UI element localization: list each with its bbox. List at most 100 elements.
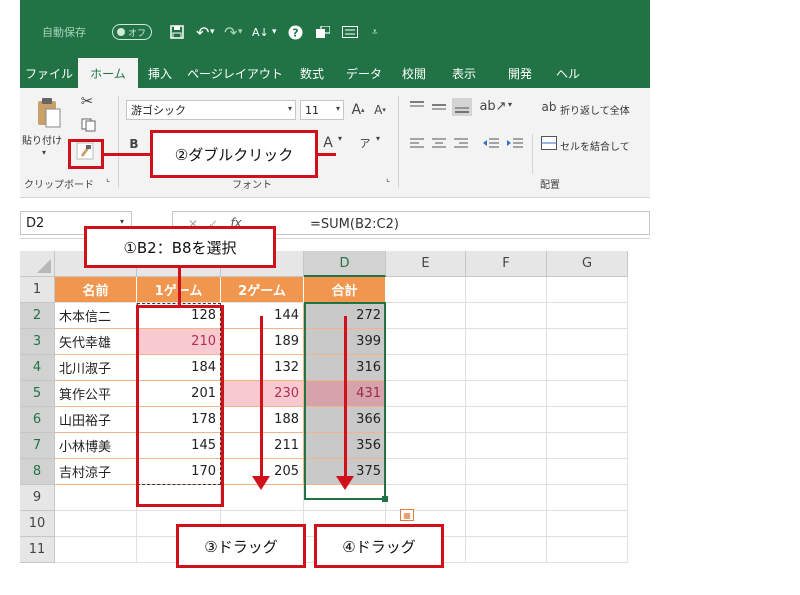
empty-cell[interactable] <box>547 381 628 407</box>
redo-dropdown-icon[interactable]: ▾ <box>238 22 243 42</box>
name-cell[interactable]: 山田裕子 <box>55 407 137 433</box>
font-name-combo[interactable]: 游ゴシック ▾ <box>126 100 296 120</box>
empty-cell[interactable] <box>547 537 628 563</box>
tab-insert[interactable]: 挿入 <box>138 58 182 88</box>
phonetic-icon[interactable]: ア <box>356 132 374 154</box>
undo-dropdown-icon[interactable]: ▾ <box>210 22 215 42</box>
row-header-1[interactable]: 1 <box>20 277 55 303</box>
save-icon[interactable] <box>170 22 184 42</box>
copy-icon[interactable] <box>78 116 100 134</box>
empty-cell[interactable] <box>466 381 547 407</box>
cut-icon[interactable]: ✂ <box>78 92 96 110</box>
empty-cell[interactable] <box>547 511 628 537</box>
row-header-6[interactable]: 6 <box>20 407 55 433</box>
empty-cell[interactable] <box>466 355 547 381</box>
shrink-font-icon[interactable]: A ▾ <box>372 100 388 120</box>
phonetic-dropdown-icon[interactable]: ▾ <box>376 134 380 143</box>
help-icon[interactable]: ? <box>288 22 303 42</box>
name-cell[interactable]: 箕作公平 <box>55 381 137 407</box>
empty-cell[interactable] <box>55 511 137 537</box>
merge-cells-icon[interactable] <box>540 134 558 152</box>
empty-cell[interactable] <box>466 537 547 563</box>
name-cell[interactable]: 北川淑子 <box>55 355 137 381</box>
empty-cell[interactable] <box>547 485 628 511</box>
table-header-cell[interactable]: 名前 <box>55 277 137 303</box>
align-center-icon[interactable] <box>430 134 448 152</box>
clipboard-launcher-icon[interactable]: ⌞ <box>106 174 110 184</box>
empty-cell[interactable] <box>55 485 137 511</box>
bold-icon[interactable]: B <box>126 134 142 154</box>
column-header-e[interactable]: E <box>386 251 466 277</box>
autosave-toggle[interactable]: オフ <box>112 24 152 40</box>
redo-icon[interactable]: ↷ <box>224 22 237 42</box>
name-cell[interactable]: 矢代幸雄 <box>55 329 137 355</box>
row-header-5[interactable]: 5 <box>20 381 55 407</box>
row-header-3[interactable]: 3 <box>20 329 55 355</box>
row-header-11[interactable]: 11 <box>20 537 55 563</box>
empty-cell[interactable] <box>386 329 466 355</box>
row-header-2[interactable]: 2 <box>20 303 55 329</box>
row-header-7[interactable]: 7 <box>20 433 55 459</box>
form-icon[interactable] <box>342 22 358 42</box>
empty-cell[interactable] <box>466 329 547 355</box>
empty-cell[interactable] <box>547 459 628 485</box>
align-right-icon[interactable] <box>452 134 470 152</box>
camera-icon[interactable] <box>316 22 330 42</box>
empty-cell[interactable] <box>466 485 547 511</box>
empty-cell[interactable] <box>386 433 466 459</box>
select-all-corner[interactable] <box>20 251 55 277</box>
name-box-dropdown-icon[interactable]: ▾ <box>120 217 124 226</box>
align-bottom-icon[interactable] <box>452 98 472 116</box>
align-middle-icon[interactable] <box>430 98 448 116</box>
empty-cell[interactable] <box>547 277 628 303</box>
orientation-dropdown-icon[interactable]: ▾ <box>508 100 512 109</box>
empty-cell[interactable] <box>547 329 628 355</box>
name-cell[interactable]: 木本信二 <box>55 303 137 329</box>
empty-cell[interactable] <box>466 459 547 485</box>
tab-help[interactable]: ヘル <box>548 58 588 88</box>
orientation-icon[interactable]: ab↗ <box>479 96 506 116</box>
empty-cell[interactable] <box>466 433 547 459</box>
empty-cell[interactable] <box>547 433 628 459</box>
empty-cell[interactable] <box>466 277 547 303</box>
grow-font-icon[interactable]: A ▴ <box>350 100 366 120</box>
sort-icon[interactable]: A↓ <box>252 22 269 42</box>
empty-cell[interactable] <box>386 459 466 485</box>
tab-view[interactable]: 表示 <box>436 58 492 88</box>
column-header-f[interactable]: F <box>466 251 547 277</box>
tab-data[interactable]: データ <box>336 58 392 88</box>
paste-dropdown-icon[interactable]: ▾ <box>42 148 46 157</box>
undo-icon[interactable]: ↶ <box>196 22 209 42</box>
name-cell[interactable]: 小林博美 <box>55 433 137 459</box>
tab-file[interactable]: ファイル <box>20 58 78 88</box>
empty-cell[interactable] <box>547 303 628 329</box>
empty-cell[interactable] <box>386 485 466 511</box>
increase-indent-icon[interactable] <box>506 134 524 152</box>
wrap-text-button[interactable]: 折り返して全体 <box>560 100 630 118</box>
empty-cell[interactable] <box>386 355 466 381</box>
column-header-g[interactable]: G <box>547 251 628 277</box>
tab-review[interactable]: 校閲 <box>392 58 436 88</box>
font-size-combo[interactable]: 11 ▾ <box>300 100 344 120</box>
merge-cells-button[interactable]: セルを結合して <box>560 136 630 154</box>
align-top-icon[interactable] <box>408 98 426 116</box>
name-cell[interactable]: 吉村涼子 <box>55 459 137 485</box>
tab-page-layout[interactable]: ページレイアウト <box>182 58 288 88</box>
font-color-icon[interactable]: A <box>320 132 336 154</box>
column-header-d[interactable]: D <box>304 251 386 277</box>
decrease-indent-icon[interactable] <box>482 134 500 152</box>
paste-icon[interactable] <box>34 96 64 130</box>
wrap-text-icon[interactable]: ab <box>540 98 558 116</box>
empty-cell[interactable] <box>547 355 628 381</box>
tab-formulas[interactable]: 数式 <box>288 58 336 88</box>
empty-cell[interactable] <box>386 381 466 407</box>
tab-home[interactable]: ホーム <box>78 58 138 88</box>
font-launcher-icon[interactable]: ⌞ <box>386 174 390 184</box>
empty-cell[interactable] <box>386 277 466 303</box>
empty-cell[interactable] <box>466 511 547 537</box>
empty-cell[interactable] <box>466 407 547 433</box>
row-header-8[interactable]: 8 <box>20 459 55 485</box>
empty-cell[interactable] <box>55 537 137 563</box>
customize-toolbar-icon[interactable]: ⩡ <box>372 22 378 42</box>
empty-cell[interactable] <box>386 407 466 433</box>
